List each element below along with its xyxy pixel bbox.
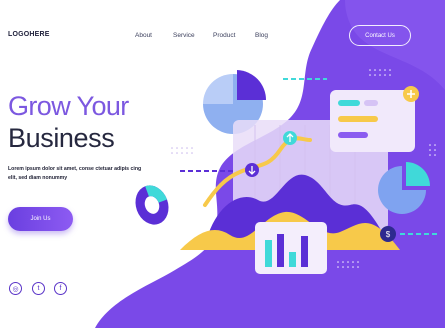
nav-blog[interactable]: Blog [255, 32, 268, 39]
facebook-glyph: f [59, 285, 62, 292]
nav-product[interactable]: Product [213, 32, 235, 39]
nav-service[interactable]: Service [173, 32, 195, 39]
hero-illustration: $ [135, 69, 440, 274]
twitter-glyph: t [37, 285, 40, 292]
instagram-glyph: ◎ [12, 285, 19, 293]
nav-about[interactable]: About [135, 32, 152, 39]
instagram-icon[interactable]: ◎ [9, 282, 22, 295]
join-us-button[interactable]: Join Us [8, 207, 73, 231]
hero-title-line2: Business [8, 123, 115, 153]
hero-title-line1: Grow Your [8, 91, 129, 121]
contact-us-button[interactable]: Contact Us [349, 25, 411, 46]
svg-text:$: $ [386, 230, 391, 239]
logo[interactable]: LOGOHERE [8, 31, 50, 38]
twitter-icon[interactable]: t [32, 282, 45, 295]
hero-description: Lorem ipsum dolor sit amet, conse ctetua… [8, 166, 142, 181]
facebook-icon[interactable]: f [54, 282, 67, 295]
